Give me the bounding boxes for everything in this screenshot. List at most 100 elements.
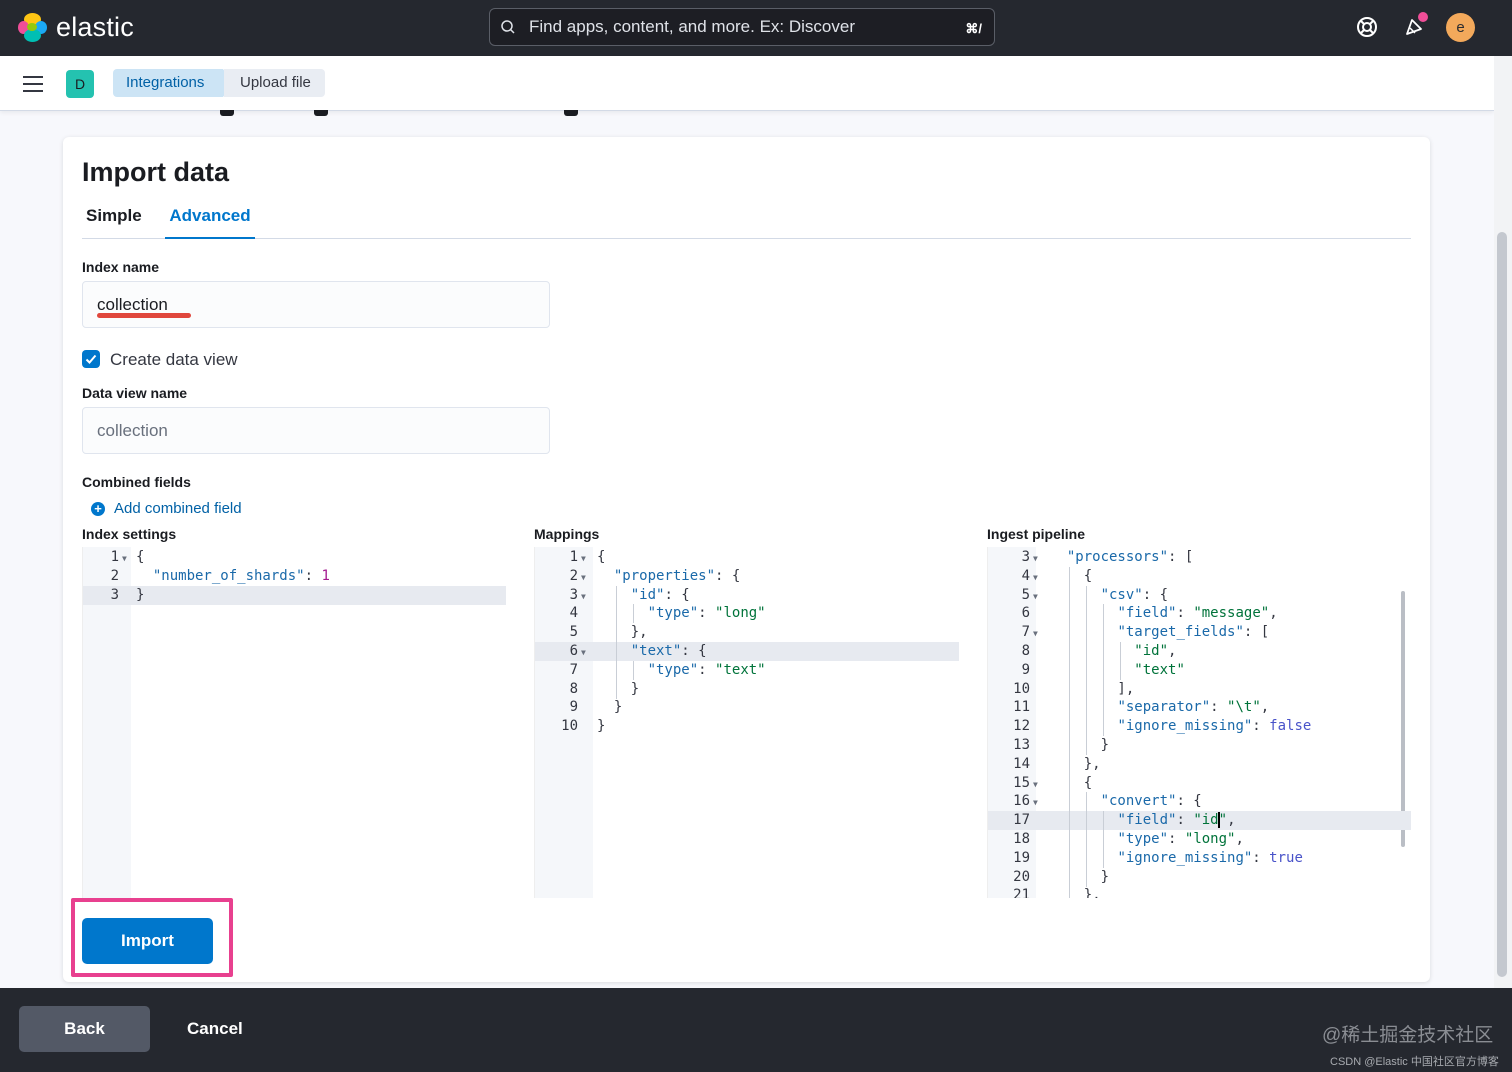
logo-text: elastic (56, 12, 134, 42)
user-avatar[interactable]: e (1446, 13, 1475, 42)
code-text: } (1050, 737, 1110, 753)
ingest-pipeline-editor[interactable]: 3 ▼ "processors": [4 ▼ {5 ▼ "csv": {6 "fiel… (987, 547, 1411, 898)
line-number: 19 (1013, 849, 1030, 866)
indent-guide (1102, 623, 1104, 643)
indent-guide (1102, 679, 1104, 699)
global-search-input[interactable]: Find apps, content, and more. Ex: Discov… (489, 8, 995, 46)
fold-toggle-icon[interactable]: ▼ (122, 549, 127, 568)
fold-toggle-icon[interactable]: ▼ (1033, 775, 1038, 794)
fold-toggle-icon[interactable]: ▼ (581, 587, 586, 606)
data-view-name-input[interactable]: collection (82, 407, 550, 454)
line-number: 10 (1013, 680, 1030, 697)
breadcrumb-bar: D Integrations Upload file (0, 56, 1494, 111)
cancel-button[interactable]: Cancel (187, 1019, 243, 1039)
fold-toggle-icon[interactable]: ▼ (581, 643, 586, 662)
indent-guide (1085, 717, 1087, 737)
line-number: 13 (1013, 737, 1030, 753)
code-line[interactable]: 10 ], (988, 680, 1411, 699)
data-view-name-label: Data view name (82, 385, 188, 401)
create-data-view-checkbox[interactable] (82, 350, 100, 368)
menu-toggle-icon[interactable] (23, 76, 43, 92)
breadcrumb-integrations[interactable]: Integrations (113, 69, 234, 97)
line-number: 3 (569, 586, 578, 603)
add-combined-field-button[interactable]: + Add combined field (91, 500, 242, 517)
fold-toggle-icon[interactable]: ▼ (581, 549, 586, 568)
code-text: "target_fields": [ (1117, 624, 1270, 641)
code-line[interactable]: 9 } (535, 698, 959, 717)
indent-guide (1085, 830, 1087, 849)
code-text: "properties": { (613, 567, 741, 584)
back-button[interactable]: Back (19, 1006, 150, 1052)
code-line[interactable]: 8 } (535, 680, 959, 699)
code-line[interactable]: 10} (535, 717, 959, 736)
code-line[interactable]: 16 ▼ "convert": { (988, 792, 1411, 811)
hidden-heading-peek (200, 110, 600, 118)
index-settings-editor[interactable]: 1 ▼{2 "number_of_shards": 1 3} (82, 547, 506, 898)
code-text: } (1050, 868, 1110, 885)
code-line[interactable]: 1 ▼ { (83, 548, 506, 567)
code-line[interactable]: 1 ▼ { (535, 548, 959, 567)
code-line[interactable]: 7 "type": "text" (535, 661, 959, 680)
line-number: 3 (110, 586, 119, 603)
space-selector[interactable]: D (66, 70, 94, 98)
indent-guide (1085, 679, 1087, 699)
fold-toggle-icon[interactable]: ▼ (1033, 793, 1038, 812)
index-name-label: Index name (82, 259, 160, 275)
indent-guide (1068, 867, 1070, 887)
page-title: Import data (82, 157, 230, 187)
code-line[interactable]: 4 "type": "long" (535, 604, 959, 623)
code-line[interactable]: 6 "field": "message", (988, 604, 1411, 623)
code-line[interactable]: 12 "ignore_missing": false (988, 717, 1411, 736)
fold-toggle-icon[interactable]: ▼ (1033, 624, 1038, 643)
code-line[interactable]: 3 ▼ "id": { (535, 586, 959, 605)
page-scrollbar-thumb[interactable] (1497, 232, 1507, 977)
code-line[interactable]: 18 "type": "long", (988, 830, 1411, 849)
import-button[interactable]: Import (82, 918, 213, 964)
code-line[interactable]: 4 ▼ { (988, 567, 1411, 586)
indent-guide (1085, 660, 1087, 680)
indent-guide (615, 660, 617, 680)
code-line[interactable]: 19 "ignore_missing": true (988, 849, 1411, 868)
code-line[interactable]: 21 }, (988, 886, 1411, 898)
code-line[interactable]: 6 ▼ "text": { (535, 642, 959, 661)
line-number: 14 (1013, 755, 1030, 772)
code-line[interactable]: 2 "number_of_shards": 1 (83, 567, 506, 586)
indent-guide (1102, 811, 1104, 831)
fold-toggle-icon[interactable]: ▼ (1033, 568, 1038, 587)
elastic-logo-icon (18, 12, 48, 43)
mappings-editor[interactable]: 1 ▼{2 ▼ "properties": {3 ▼ "id": {4 "type":… (534, 547, 959, 898)
fold-toggle-icon[interactable]: ▼ (1033, 587, 1038, 606)
index-name-input[interactable]: collection (82, 281, 550, 328)
tab-simple[interactable]: Simple (82, 206, 146, 239)
notification-badge (1418, 12, 1428, 22)
code-line[interactable]: 11 "separator": "\t", (988, 698, 1411, 717)
code-line[interactable]: 14 }, (988, 755, 1411, 774)
ingest-pipeline-label: Ingest pipeline (987, 526, 1086, 542)
line-number: 3 (1021, 549, 1030, 565)
fold-toggle-icon[interactable]: ▼ (581, 568, 586, 587)
fold-toggle-icon[interactable]: ▼ (1033, 549, 1038, 568)
tab-advanced[interactable]: Advanced (165, 206, 255, 239)
code-line[interactable]: 9 "text" (988, 661, 1411, 680)
code-line[interactable]: 5 }, (535, 623, 959, 642)
indent-guide (1068, 604, 1070, 624)
code-line[interactable]: 8 "id", (988, 642, 1411, 661)
code-line[interactable]: 3 ▼ "processors": [ (988, 548, 1411, 567)
code-line[interactable]: 7 ▼ "target_fields": [ (988, 623, 1411, 642)
breadcrumb-upload-file: Upload file (224, 69, 325, 97)
code-line[interactable]: 3} (83, 585, 506, 605)
code-line[interactable]: 13 } (988, 736, 1411, 755)
indent-guide (1068, 717, 1070, 737)
code-line[interactable]: 5 ▼ "csv": { (988, 586, 1411, 605)
indent-guide (1068, 585, 1070, 605)
elastic-logo[interactable]: elastic (18, 12, 134, 43)
indent-guide (1068, 679, 1070, 699)
line-number: 1 (569, 549, 578, 565)
code-line[interactable]: 20 } (988, 868, 1411, 887)
code-line[interactable]: 15 ▼ { (988, 774, 1411, 793)
help-icon[interactable] (1354, 14, 1380, 40)
code-line[interactable]: 17 "field": "id", (988, 811, 1411, 831)
code-line[interactable]: 2 ▼ "properties": { (535, 567, 959, 586)
code-text: } (597, 680, 640, 697)
indent-guide (1068, 623, 1070, 643)
